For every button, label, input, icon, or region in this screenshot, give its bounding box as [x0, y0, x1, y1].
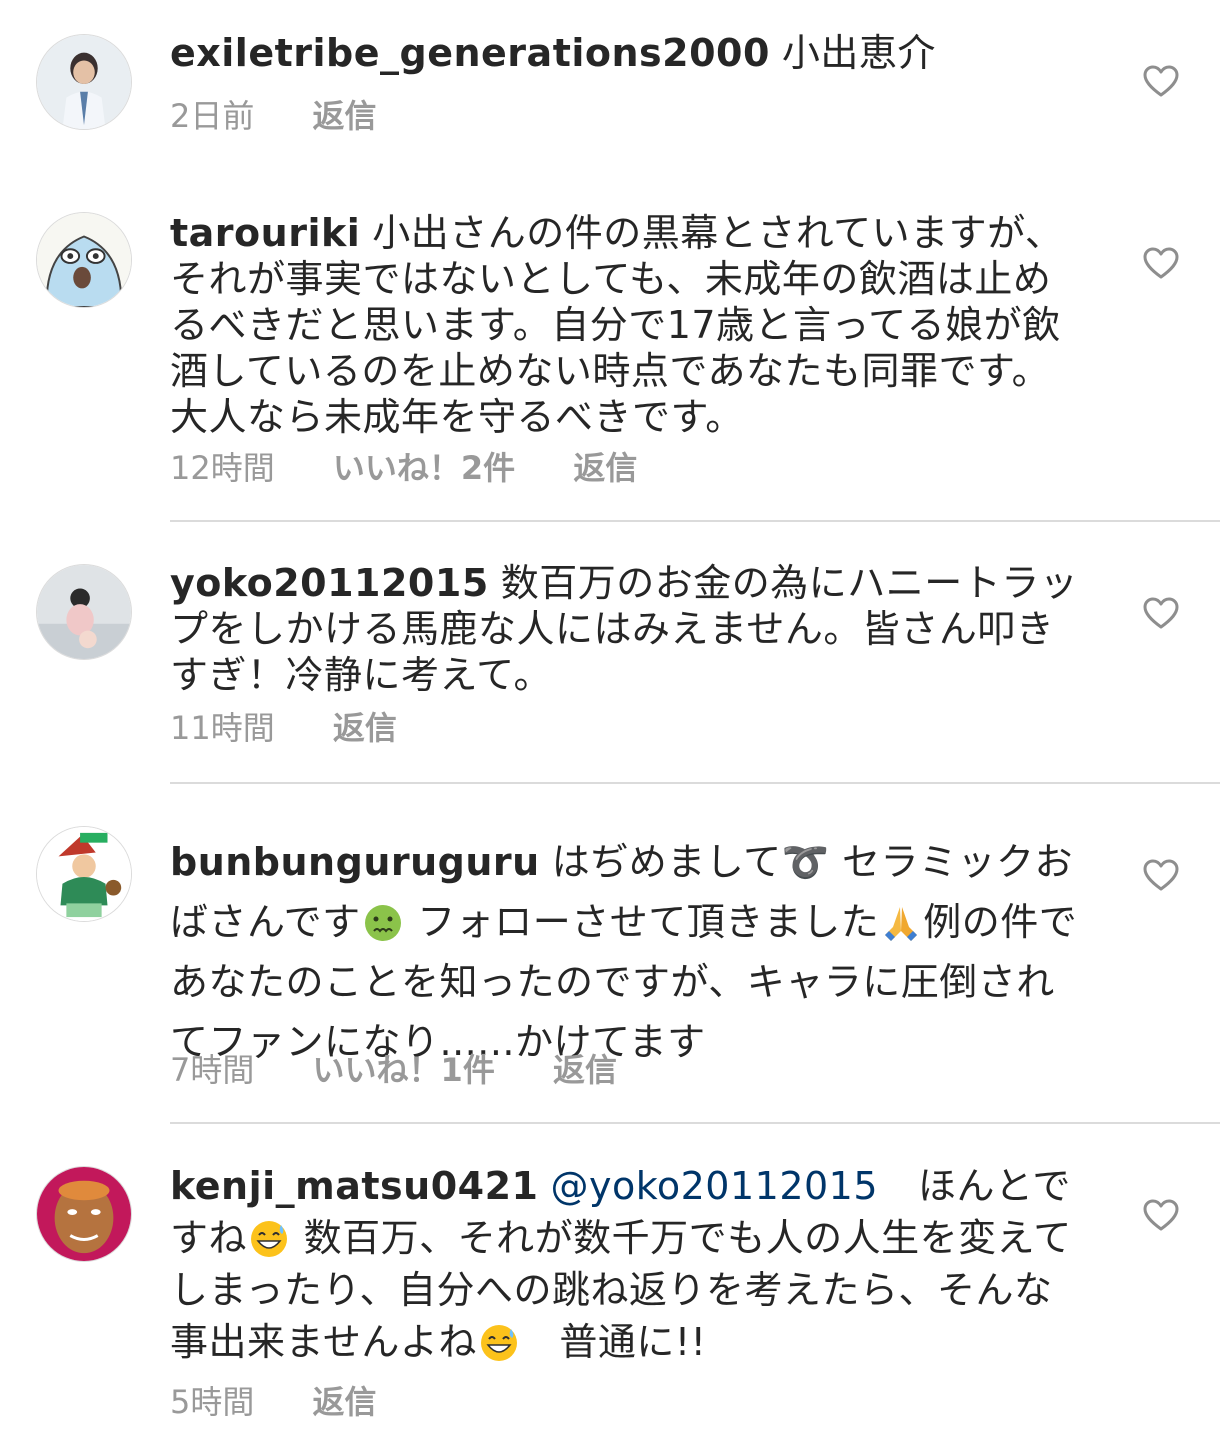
heart-outline-icon[interactable]	[1142, 64, 1180, 98]
comment-meta: 12時間 いいね！2件 返信	[170, 448, 685, 488]
reply-button[interactable]: 返信	[573, 448, 637, 488]
comment-username[interactable]: bunbunguruguru	[170, 840, 540, 884]
comment-meta: 2日前 返信	[170, 96, 425, 136]
comment-time: 12時間	[170, 449, 275, 487]
avatar[interactable]	[36, 212, 132, 308]
reply-button[interactable]: 返信	[333, 708, 397, 748]
comment-username[interactable]: tarouriki	[170, 211, 360, 255]
comment-time: 2日前	[170, 97, 255, 135]
heart-outline-icon[interactable]	[1142, 246, 1180, 280]
comment-username[interactable]: kenji_matsu0421	[170, 1164, 538, 1208]
curly-loop-emoji: ➰	[781, 840, 830, 884]
grinning-sweat-emoji	[251, 1221, 288, 1257]
avatar[interactable]	[36, 1166, 132, 1262]
comment-text: yoko20112015 数百万のお金の為にハニートラップをしかける馬鹿な人にはみ…	[170, 560, 1085, 698]
comment-username[interactable]: exiletribe_generations2000	[170, 31, 770, 75]
avatar[interactable]	[36, 564, 132, 660]
comment-divider	[170, 1122, 1220, 1124]
comment-text: exiletribe_generations2000 小出恵介	[170, 30, 1085, 76]
comment-time: 7時間	[170, 1051, 255, 1089]
comment-time: 11時間	[170, 709, 275, 747]
comment-message: 小出恵介	[781, 31, 936, 75]
reply-button[interactable]: 返信	[313, 1382, 377, 1422]
comment-time: 5時間	[170, 1383, 255, 1421]
comment-meta: 11時間 返信	[170, 708, 445, 748]
comment-message: はぢめまして	[551, 840, 782, 884]
comment-message: フォローさせて頂きました	[404, 900, 880, 944]
nauseated-face-emoji	[364, 905, 401, 941]
avatar[interactable]	[36, 826, 132, 922]
like-count[interactable]: いいね！2件	[333, 448, 515, 488]
comment-message: 普通に!!	[520, 1320, 707, 1364]
folded-hands-emoji	[885, 907, 918, 941]
comment-divider	[170, 520, 1220, 522]
comment-username[interactable]: yoko20112015	[170, 561, 489, 605]
comment-text: tarouriki 小出さんの件の黒幕とされていますが、それが事実ではないとしても…	[170, 210, 1085, 440]
comment-text: bunbunguruguru はぢめまして➰ セラミックおばさんです フォローさせ…	[170, 832, 1085, 1072]
heart-outline-icon[interactable]	[1142, 858, 1180, 892]
reply-button[interactable]: 返信	[313, 96, 377, 136]
comment-meta: 5時間 返信	[170, 1382, 425, 1422]
comment-mention[interactable]: @yoko20112015	[550, 1164, 878, 1208]
reply-button[interactable]: 返信	[553, 1050, 617, 1090]
comment-meta: 7時間 いいね！1件 返信	[170, 1050, 665, 1090]
comment-text: kenji_matsu0421 @yoko20112015 ほんとですね 数百万、そ…	[170, 1160, 1085, 1368]
heart-outline-icon[interactable]	[1142, 1198, 1180, 1232]
like-count[interactable]: いいね！1件	[313, 1050, 495, 1090]
avatar[interactable]	[36, 34, 132, 130]
comment-divider	[170, 782, 1220, 784]
heart-outline-icon[interactable]	[1142, 596, 1180, 630]
grinning-sweat-emoji	[480, 1325, 517, 1361]
